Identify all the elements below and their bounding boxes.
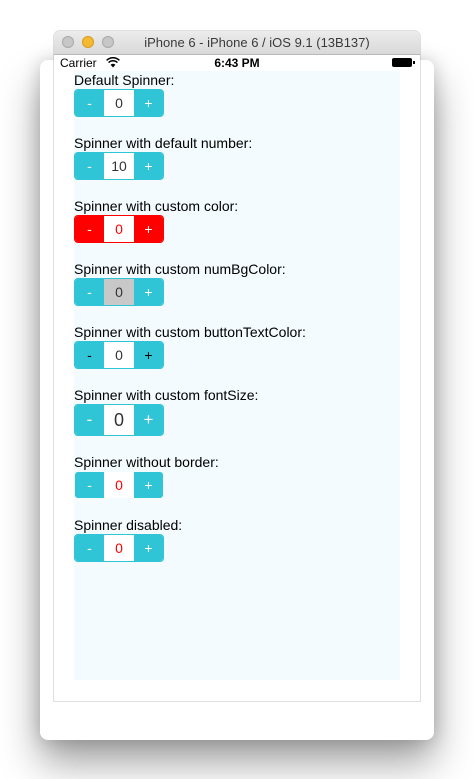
increment-button[interactable]: + — [134, 405, 163, 435]
spinner-value: 0 — [104, 405, 134, 435]
custom-numbgcolor-spinner: - 0 + — [74, 278, 164, 306]
spinner-value: 0 — [104, 279, 134, 305]
spinner-label: Spinner with custom buttonTextColor: — [74, 324, 306, 340]
borderless-spinner: - 0 + — [74, 471, 164, 499]
spinner-value: 0 — [104, 216, 134, 242]
decrement-button[interactable]: - — [75, 342, 104, 368]
spinner-value: 0 — [104, 472, 134, 498]
simulator-window: iPhone 6 - iPhone 6 / iOS 9.1 (13B137) C… — [54, 31, 420, 701]
increment-button[interactable]: + — [134, 216, 163, 242]
spinner-value: 10 — [104, 153, 134, 179]
decrement-button[interactable]: - — [75, 153, 104, 179]
battery-icon — [392, 58, 415, 67]
decrement-button: - — [75, 535, 104, 561]
ios-status-bar: Carrier 6:43 PM — [54, 55, 420, 70]
spinner-value: 0 — [104, 342, 134, 368]
default-spinner: - 0 + — [74, 89, 164, 117]
spinner-label: Spinner with custom numBgColor: — [74, 261, 286, 277]
status-time: 6:43 PM — [214, 56, 260, 70]
spinner-label: Spinner without border: — [74, 454, 219, 470]
increment-button[interactable]: + — [134, 342, 163, 368]
custom-color-spinner: - 0 + — [74, 215, 164, 243]
decrement-button[interactable]: - — [75, 405, 104, 435]
spinner-label: Spinner with custom color: — [74, 198, 239, 214]
default-number-spinner: - 10 + — [74, 152, 164, 180]
increment-button[interactable]: + — [134, 279, 163, 305]
app-content: Default Spinner: - 0 + Spinner with defa… — [74, 71, 400, 680]
spinner-label: Spinner with custom fontSize: — [74, 387, 259, 403]
custom-fontsize-spinner: - 0 + — [74, 404, 164, 436]
window-titlebar[interactable]: iPhone 6 - iPhone 6 / iOS 9.1 (13B137) — [54, 31, 420, 55]
decrement-button[interactable]: - — [75, 472, 104, 498]
spinner-value: 0 — [104, 90, 134, 116]
increment-button[interactable]: + — [134, 472, 163, 498]
custom-buttontextcolor-spinner: - 0 + — [74, 341, 164, 369]
increment-button[interactable]: + — [134, 153, 163, 179]
spinner-value: 0 — [104, 535, 134, 561]
window-title: iPhone 6 - iPhone 6 / iOS 9.1 (13B137) — [144, 35, 370, 50]
spinner-label: Spinner with default number: — [74, 135, 253, 151]
decrement-button[interactable]: - — [75, 279, 104, 305]
spinner-label: Default Spinner: — [74, 72, 175, 88]
spinner-label: Spinner disabled: — [74, 517, 183, 533]
increment-button: + — [134, 535, 163, 561]
stage: iPhone 6 - iPhone 6 / iOS 9.1 (13B137) C… — [0, 0, 474, 779]
decrement-button[interactable]: - — [75, 216, 104, 242]
decrement-button[interactable]: - — [75, 90, 104, 116]
increment-button[interactable]: + — [134, 90, 163, 116]
disabled-spinner: - 0 + — [74, 534, 164, 562]
